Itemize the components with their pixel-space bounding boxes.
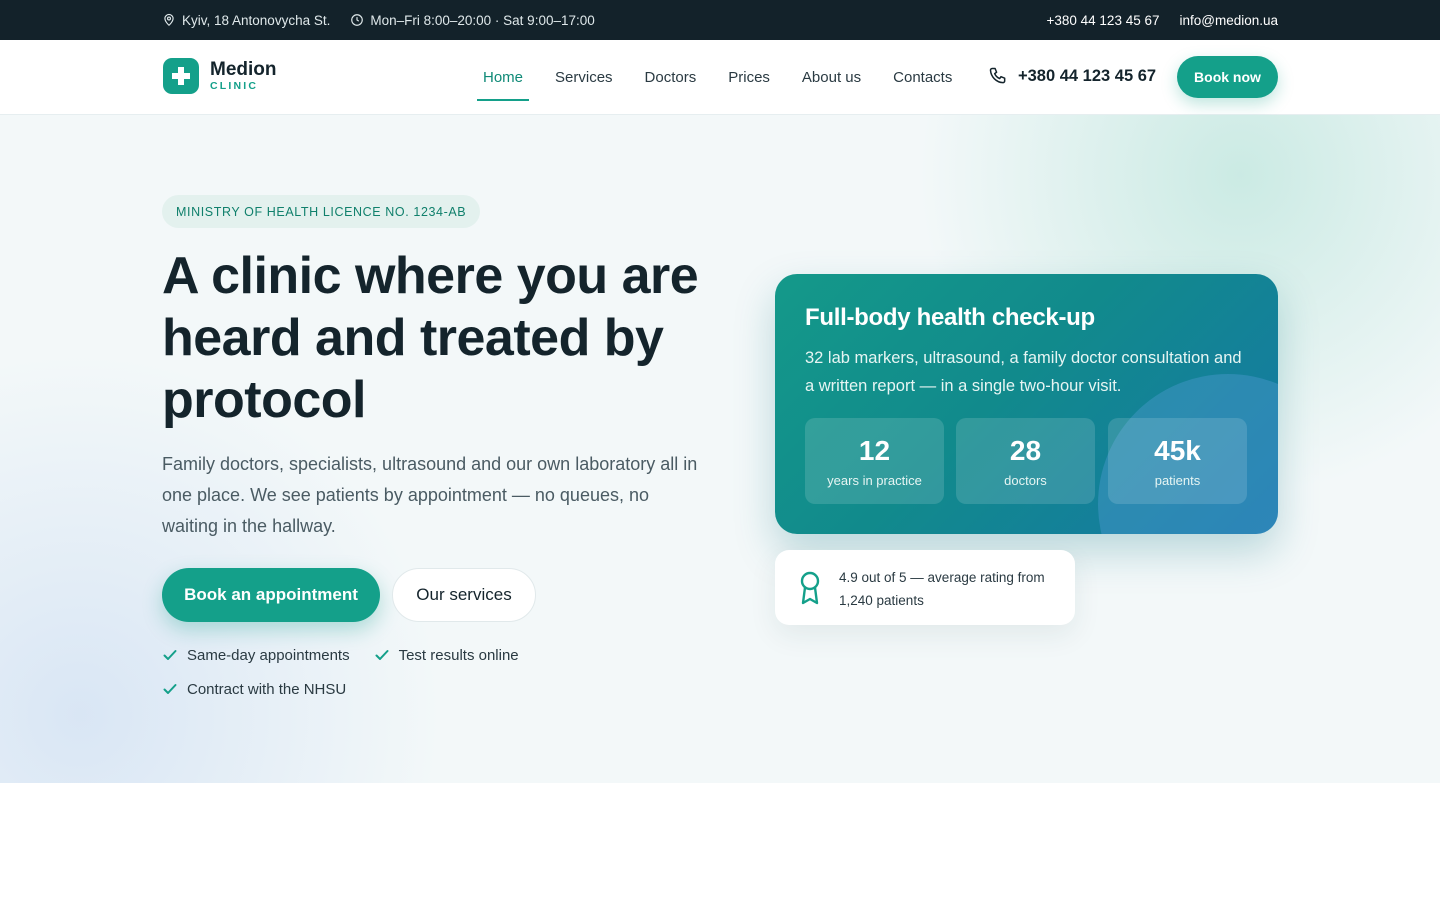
stat-value: 28 (1009, 434, 1042, 466)
feature-label: Contract with the NHSU (187, 680, 347, 698)
stat-label: patients (1154, 472, 1201, 488)
top-info-bar: Kyiv, 18 Antonovycha St. Mon–Fri 8:00–20… (0, 0, 1440, 40)
award-ribbon-icon (800, 571, 820, 605)
check-icon (163, 684, 177, 694)
medical-cross-icon (163, 58, 199, 94)
logo-subtitle: CLINIC (210, 80, 259, 92)
main-nav: Home Services Doctors Prices About us Co… (477, 40, 968, 115)
stat-label: years in practice (827, 472, 922, 488)
topbar-email-link[interactable]: info@medion.ua (1179, 13, 1278, 28)
feature-list: Same-day appointments Test results onlin… (162, 645, 582, 699)
book-now-button[interactable]: Book now (1177, 56, 1278, 98)
stat-patients: 45k patients (1108, 418, 1247, 504)
rating-card: 4.9 out of 5 — average rating from 1,240… (775, 550, 1075, 625)
nav-doctors[interactable]: Doctors (629, 40, 713, 115)
header-phone-number: +380 44 123 45 67 (1018, 66, 1157, 85)
clock-icon (351, 14, 364, 26)
nav-about-us[interactable]: About us (786, 40, 877, 115)
our-services-button[interactable]: Our services (392, 568, 536, 622)
topbar-phone-link[interactable]: +380 44 123 45 67 (1047, 13, 1160, 28)
stat-value: 12 (858, 434, 891, 466)
nav-prices[interactable]: Prices (712, 40, 786, 115)
hours-item: Mon–Fri 8:00–20:00 · Sat 9:00–17:00 (350, 12, 595, 28)
check-icon (163, 650, 177, 660)
licence-badge: MINISTRY OF HEALTH LICENCE NO. 1234-AB (162, 195, 481, 228)
feature-item: Test results online (374, 645, 519, 665)
feature-item: Same-day appointments (162, 645, 350, 665)
nav-contacts[interactable]: Contacts (877, 40, 968, 115)
check-icon (375, 650, 389, 660)
rating-text: 4.9 out of 5 — average rating from 1,240… (839, 570, 1045, 608)
checkup-card[interactable]: Full-body health check-up 32 lab markers… (775, 274, 1278, 534)
hours-text: Mon–Fri 8:00–20:00 · Sat 9:00–17:00 (370, 12, 595, 28)
feature-label: Test results online (398, 646, 519, 664)
feature-item: Contract with the NHSU (162, 679, 346, 699)
nav-services[interactable]: Services (539, 40, 629, 115)
phone-icon (989, 67, 1006, 84)
nav-home[interactable]: Home (477, 40, 530, 115)
stat-label: doctors (1004, 472, 1047, 488)
stat-doctors: 28 doctors (956, 418, 1095, 504)
book-appointment-button[interactable]: Book an appointment (162, 568, 380, 622)
location-pin-icon (164, 13, 174, 27)
address-text: Kyiv, 18 Antonovycha St. (182, 12, 331, 28)
stat-years: 12 years in practice (805, 418, 944, 504)
logo[interactable]: Medion CLINIC (163, 58, 277, 94)
header-phone[interactable]: +380 44 123 45 67 (988, 66, 1156, 86)
hero-section: MINISTRY OF HEALTH LICENCE NO. 1234-AB A… (0, 115, 1440, 783)
feature-label: Same-day appointments (187, 646, 350, 664)
address-item: Kyiv, 18 Antonovycha St. (162, 13, 330, 28)
logo-name: Medion (210, 59, 277, 80)
site-header: Medion CLINIC Home Services Doctors Pric… (0, 40, 1440, 115)
hero-description: Family doctors, specialists, ultrasound … (162, 454, 698, 536)
card-description: 32 lab markers, ultrasound, a family doc… (805, 349, 1242, 395)
hero-title: A clinic where you are heard and treated… (162, 247, 699, 429)
stat-value: 45k (1154, 434, 1201, 466)
card-title: Full-body health check-up (805, 304, 1095, 331)
